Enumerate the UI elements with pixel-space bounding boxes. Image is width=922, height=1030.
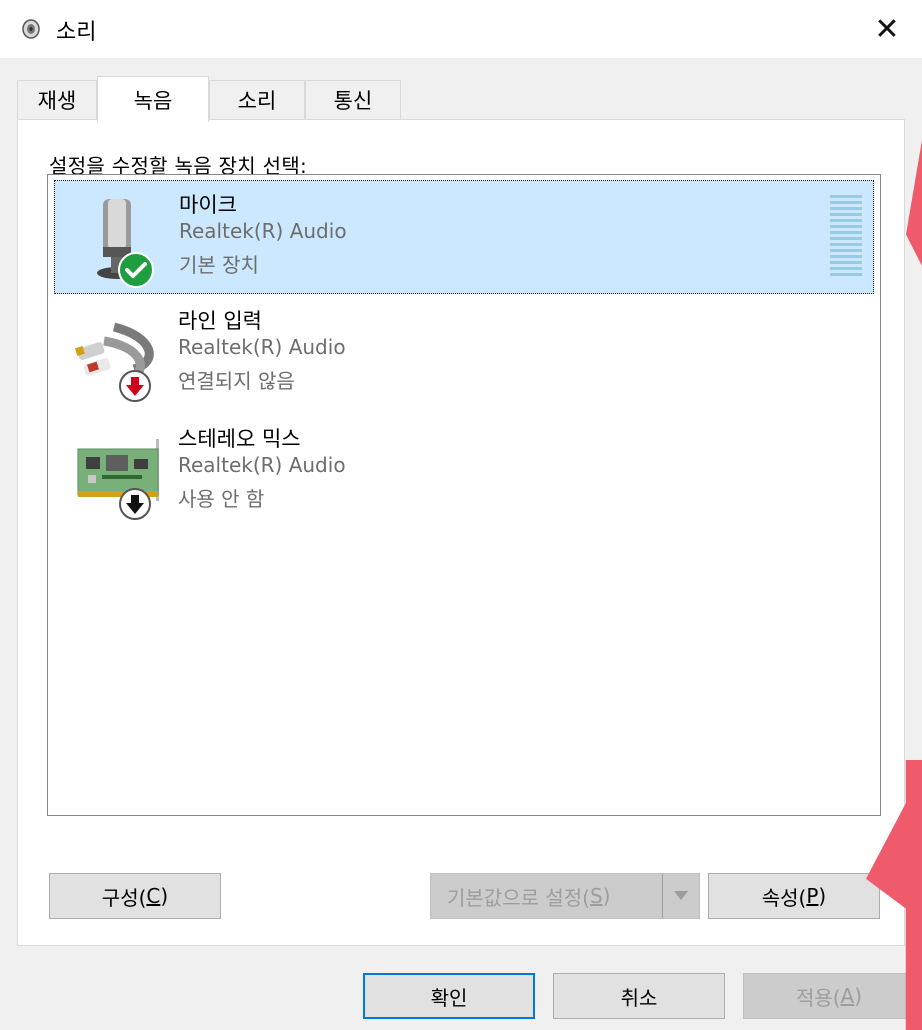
- set-default-button[interactable]: 기본값으로 설정(S): [430, 873, 700, 919]
- level-meter: [830, 195, 862, 276]
- unplugged-arrow-icon: [119, 370, 151, 402]
- configure-suffix: ): [160, 884, 169, 908]
- tab-recording[interactable]: 녹음: [97, 76, 209, 122]
- device-name: 마이크: [179, 193, 237, 217]
- device-list[interactable]: 마이크 Realtek(R) Audio 기본 장치 라인 입력 Realtek…: [47, 174, 881, 816]
- configure-label: 구성(: [101, 885, 147, 910]
- cancel-button[interactable]: 취소: [553, 973, 725, 1019]
- set-default-dropdown[interactable]: [662, 874, 699, 918]
- device-name: 스테레오 믹스: [178, 427, 301, 451]
- apply-access-key: A: [840, 984, 855, 1008]
- device-status: 사용 안 함: [178, 487, 265, 511]
- device-driver: Realtek(R) Audio: [178, 335, 346, 359]
- speaker-icon: [22, 19, 40, 39]
- configure-button[interactable]: 구성(C): [49, 873, 221, 919]
- properties-label: 속성(: [761, 885, 807, 910]
- device-status: 기본 장치: [179, 253, 259, 277]
- set-default-access-key: S: [589, 884, 603, 908]
- tab-sounds[interactable]: 소리: [209, 80, 305, 119]
- tab-playback[interactable]: 재생: [17, 80, 97, 119]
- title-bar: 소리 ✕: [0, 0, 922, 58]
- properties-suffix: ): [818, 884, 827, 908]
- set-default-label: 기본값으로 설정(: [447, 885, 590, 910]
- device-status: 연결되지 않음: [178, 369, 295, 393]
- apply-label: 적용(: [795, 985, 841, 1010]
- annotation-arrow-meter: [906, 140, 922, 266]
- device-driver: Realtek(R) Audio: [179, 219, 347, 243]
- apply-suffix: ): [854, 984, 863, 1008]
- properties-access-key: P: [806, 884, 819, 908]
- close-button[interactable]: ✕: [852, 0, 922, 58]
- device-item-line-in[interactable]: 라인 입력 Realtek(R) Audio 연결되지 않음: [54, 297, 874, 411]
- disabled-arrow-icon: [119, 488, 151, 520]
- configure-access-key: C: [146, 884, 161, 908]
- device-item-stereo-mix[interactable]: 스테레오 믹스 Realtek(R) Audio 사용 안 함: [54, 415, 874, 529]
- apply-button[interactable]: 적용(A): [743, 973, 915, 1019]
- chevron-down-icon: [674, 891, 688, 900]
- default-checkmark-icon: [118, 252, 154, 288]
- ok-button[interactable]: 확인: [363, 973, 535, 1019]
- set-default-suffix: ): [602, 884, 611, 908]
- device-name: 라인 입력: [178, 309, 262, 333]
- tab-communications[interactable]: 통신: [305, 80, 401, 119]
- window-title: 소리: [56, 20, 97, 45]
- device-item-microphone[interactable]: 마이크 Realtek(R) Audio 기본 장치: [54, 180, 874, 294]
- properties-button[interactable]: 속성(P): [708, 873, 880, 919]
- device-driver: Realtek(R) Audio: [178, 453, 346, 477]
